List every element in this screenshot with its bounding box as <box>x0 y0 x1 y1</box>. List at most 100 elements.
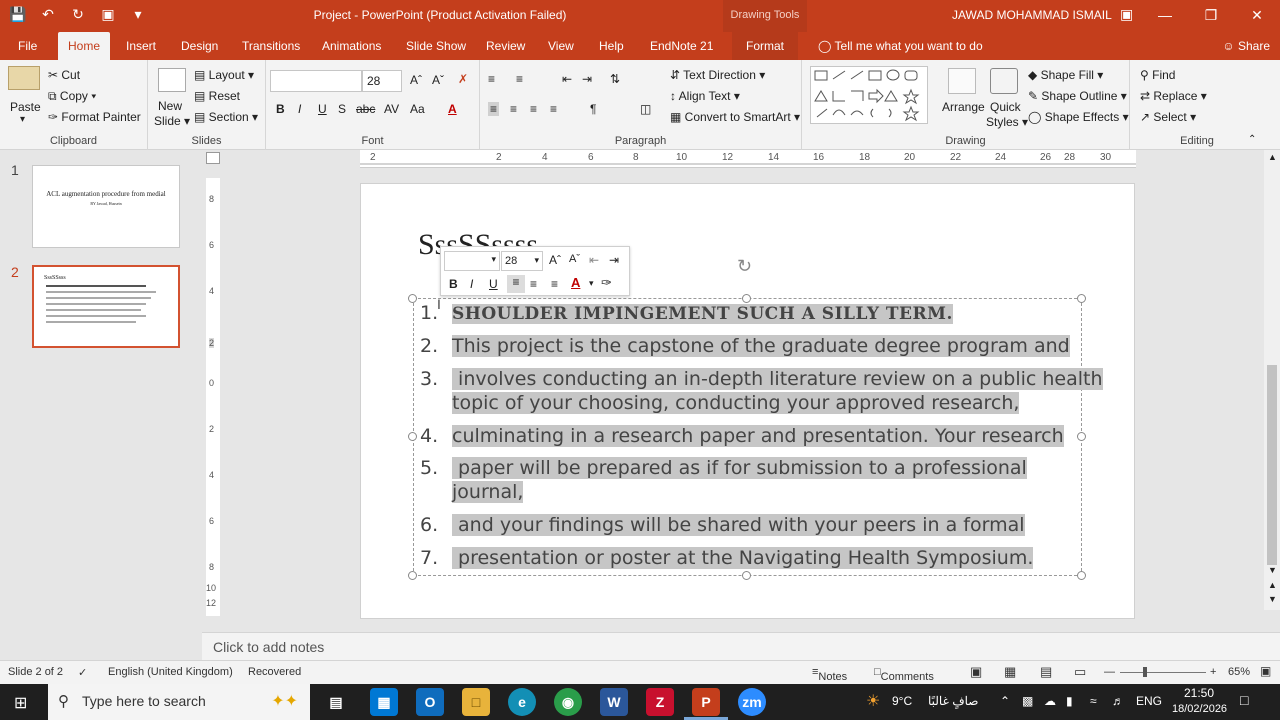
resize-handle[interactable] <box>408 571 417 580</box>
tab-review[interactable]: Review <box>476 32 535 60</box>
tab-selector[interactable] <box>206 152 220 164</box>
tab-help[interactable]: Help <box>589 32 634 60</box>
new-slide-icon[interactable] <box>158 68 186 92</box>
replace-button[interactable]: ⇄ Replace ▾ <box>1140 89 1207 103</box>
scroll-down-icon[interactable]: ▼ <box>1268 565 1277 575</box>
tab-file[interactable]: File <box>8 32 47 60</box>
list-item[interactable]: 5. paper will be prepared as if for subm… <box>420 456 1027 480</box>
resize-handle[interactable] <box>1077 571 1086 580</box>
columns-icon[interactable]: ◫ <box>640 102 651 116</box>
rotate-handle-icon[interactable]: ↻ <box>737 256 752 277</box>
chevron-down-icon[interactable]: ▾ <box>589 278 594 289</box>
reset-button[interactable]: ▤ Reset <box>194 89 240 103</box>
quick-styles-button[interactable]: Quick <box>990 100 1021 114</box>
list-item-continued[interactable]: topic of your choosing, conducting your … <box>420 391 1020 415</box>
text-direction-button[interactable]: ⇵ Text Direction ▾ <box>670 68 765 82</box>
outlook-icon[interactable]: O <box>416 688 444 716</box>
bullets-icon[interactable]: ≡ <box>488 72 495 86</box>
zoom-in-icon[interactable]: + <box>1210 666 1216 678</box>
decrease-indent-icon[interactable]: ⇤ <box>562 72 572 86</box>
ribbon-display-icon[interactable]: ▣ <box>1120 6 1133 23</box>
new-slide-button[interactable]: New <box>158 99 182 113</box>
align-center-icon[interactable]: ≡ <box>510 102 517 116</box>
shadow-icon[interactable]: S <box>338 102 346 116</box>
weather-icon[interactable]: ☀ <box>866 691 880 711</box>
tray-chevron-icon[interactable]: ⌃ <box>1000 694 1010 708</box>
zoom-out-icon[interactable]: — <box>1104 666 1115 678</box>
copy-button[interactable]: ⧉ Copy ▾ <box>48 89 96 104</box>
wifi-icon[interactable]: ≈ <box>1090 694 1097 708</box>
share-button[interactable]: ☺ Share <box>1222 39 1270 53</box>
resize-handle[interactable] <box>742 571 751 580</box>
arrange-icon[interactable] <box>948 68 976 94</box>
paste-icon[interactable] <box>8 66 40 90</box>
slideshow-view-icon[interactable]: ▭ <box>1074 664 1086 680</box>
comments-toggle[interactable]: □ Comments <box>874 666 934 683</box>
zoom-slider[interactable] <box>1120 672 1206 673</box>
resize-handle[interactable] <box>1077 294 1086 303</box>
weather-condition[interactable]: صافٍ غالبًا <box>928 694 978 708</box>
decrease-indent-icon[interactable]: ⇤ <box>589 253 599 267</box>
clock-time[interactable]: 21:50 <box>1184 686 1214 700</box>
chrome-icon[interactable]: ◉ <box>554 688 582 716</box>
scroll-thumb[interactable] <box>1267 365 1277 565</box>
slide-thumbnail-1[interactable]: ACL augmentation procedure from medial B… <box>32 165 180 248</box>
tab-animations[interactable]: Animations <box>312 32 391 60</box>
layout-button[interactable]: ▤ Layout ▾ <box>194 68 254 82</box>
align-left-icon[interactable]: ≡ <box>488 102 500 116</box>
tab-transitions[interactable]: Transitions <box>232 32 310 60</box>
list-item[interactable]: 3. involves conducting an in-depth liter… <box>420 367 1103 391</box>
underline-icon[interactable]: U <box>489 277 498 291</box>
tab-design[interactable]: Design <box>171 32 228 60</box>
align-center-icon[interactable]: ≡ <box>530 277 537 291</box>
notes-pane[interactable]: Click to add notes <box>202 632 1280 660</box>
close-button[interactable]: ✕ <box>1234 0 1280 32</box>
shape-outline-button[interactable]: ✎ Shape Outline ▾ <box>1028 89 1127 103</box>
zotero-icon[interactable]: Z <box>646 688 674 716</box>
bold-icon[interactable]: B <box>449 277 458 291</box>
edge-icon[interactable]: e <box>508 688 536 716</box>
section-button[interactable]: ▤ Section ▾ <box>194 110 258 124</box>
strikethrough-icon[interactable]: abc <box>356 102 375 116</box>
notification-icon[interactable]: □ <box>1240 692 1248 708</box>
smartart-button[interactable]: ▦ Convert to SmartArt ▾ <box>670 110 800 124</box>
taskbar-search[interactable]: ⚲ Type here to search ✦✦ <box>48 684 310 720</box>
align-left-icon[interactable]: ≡ <box>507 275 525 293</box>
windows-start-icon[interactable]: ⊞ <box>14 693 27 713</box>
powerpoint-icon[interactable]: P <box>692 688 720 716</box>
numbering-icon[interactable]: ≡ <box>516 72 523 86</box>
align-right-icon[interactable]: ≡ <box>530 102 537 116</box>
bold-icon[interactable]: B <box>276 102 285 116</box>
decrease-font-icon[interactable]: Aˇ <box>569 253 580 265</box>
slide-thumbnail-2[interactable]: SssSSsss <box>32 265 180 348</box>
align-right-icon[interactable]: ≡ <box>551 277 558 291</box>
task-view-icon[interactable]: ▤ <box>322 688 350 716</box>
clear-formatting-icon[interactable]: ✗ <box>458 72 468 86</box>
arrange-button[interactable]: Arrange <box>942 100 985 114</box>
tell-me-search[interactable]: ◯ Tell me what you want to do <box>818 39 983 53</box>
normal-view-icon[interactable]: ▣ <box>970 664 982 680</box>
font-color-icon[interactable]: A <box>448 102 457 116</box>
increase-font-icon[interactable]: Aˆ <box>549 253 561 267</box>
paste-dropdown-icon[interactable]: ▾ <box>20 114 25 125</box>
tab-home[interactable]: Home <box>58 32 111 60</box>
spellcheck-icon[interactable]: ✓ <box>78 666 87 679</box>
resize-handle[interactable] <box>1077 432 1086 441</box>
weather-temp[interactable]: 9°C <box>892 694 912 708</box>
increase-font-icon[interactable]: Aˆ <box>410 73 422 87</box>
paste-button[interactable]: Paste <box>10 100 41 114</box>
tab-format[interactable]: Format <box>732 32 798 60</box>
mini-font-name[interactable]: ▾ <box>444 251 500 271</box>
horizontal-ruler[interactable]: 2 2 4 6 8 10 12 14 16 18 20 22 24 26 28 … <box>360 150 1136 168</box>
char-spacing-icon[interactable]: AV <box>384 102 399 116</box>
zoom-app-icon[interactable]: zm <box>738 688 766 716</box>
volume-icon[interactable]: ♬ <box>1112 694 1124 708</box>
previous-slide-icon[interactable]: ▲ <box>1268 580 1277 590</box>
line-spacing-icon[interactable]: ⇅ <box>610 72 620 86</box>
input-language[interactable]: ENG <box>1136 694 1162 708</box>
shape-fill-button[interactable]: ◆ Shape Fill ▾ <box>1028 68 1103 82</box>
resize-handle[interactable] <box>408 294 417 303</box>
tab-view[interactable]: View <box>538 32 584 60</box>
new-slide-label-2[interactable]: Slide ▾ <box>154 114 190 128</box>
vertical-scrollbar[interactable]: ▲ ▼ ▲ ▼ <box>1264 150 1280 610</box>
